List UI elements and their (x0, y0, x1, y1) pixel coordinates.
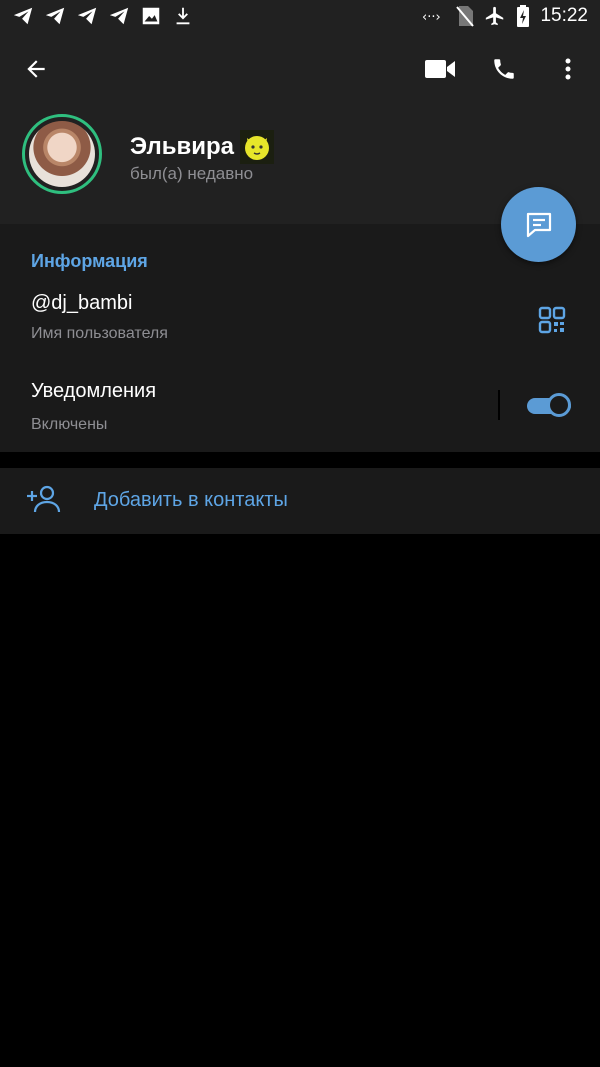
info-section: Информация @dj_bambi Имя пользователя Ув… (0, 224, 600, 452)
more-vert-icon (565, 58, 571, 80)
system-icons: ‹··› 15:22 (422, 5, 588, 27)
arrow-left-icon (27, 60, 45, 78)
last-seen-status: был(а) недавно (130, 164, 254, 183)
image-icon (142, 7, 160, 25)
airplane-icon (486, 6, 504, 26)
add-contact-row[interactable]: Добавить в контакты (0, 468, 600, 534)
telegram-icon (77, 7, 97, 25)
battery-charging-icon (517, 5, 530, 27)
message-button[interactable] (501, 187, 576, 262)
name-row: Эльвира (130, 130, 274, 164)
qr-code-icon (538, 306, 566, 334)
download-icon (176, 7, 190, 25)
app-bar (0, 34, 600, 104)
username[interactable]: @dj_bambi (31, 292, 132, 315)
video-call-icon (425, 60, 455, 78)
notifications-toggle[interactable] (527, 393, 573, 419)
notifications-caption: Включены (31, 416, 108, 433)
no-sim-icon (456, 6, 475, 27)
qr-code-button[interactable] (538, 306, 566, 339)
profile-name: Эльвира (130, 133, 234, 160)
divider (498, 390, 500, 420)
telegram-icon (109, 7, 129, 25)
username-caption: Имя пользователя (31, 325, 168, 342)
add-person-icon (26, 484, 62, 521)
toggle-knob (547, 393, 571, 417)
svg-text:‹··›: ‹··› (422, 10, 441, 25)
section-title: Информация (31, 251, 148, 271)
notification-icons (12, 5, 194, 27)
avatar[interactable] (29, 121, 95, 187)
message-icon (526, 212, 551, 237)
data-saver-icon: ‹··› (422, 10, 441, 25)
clock: 15:22 (540, 5, 588, 26)
video-call-button[interactable] (420, 49, 460, 89)
status-bar: ‹··› 15:22 (0, 0, 600, 34)
notifications-label[interactable]: Уведомления (31, 380, 156, 403)
add-contact-label: Добавить в контакты (94, 489, 288, 511)
telegram-icon (45, 7, 65, 25)
voice-call-button[interactable] (484, 49, 524, 89)
more-options-button[interactable] (548, 49, 588, 89)
telegram-icon (13, 7, 33, 25)
cat-emoji-icon[interactable] (240, 130, 274, 164)
back-button[interactable] (16, 49, 56, 89)
phone-icon (494, 59, 514, 79)
